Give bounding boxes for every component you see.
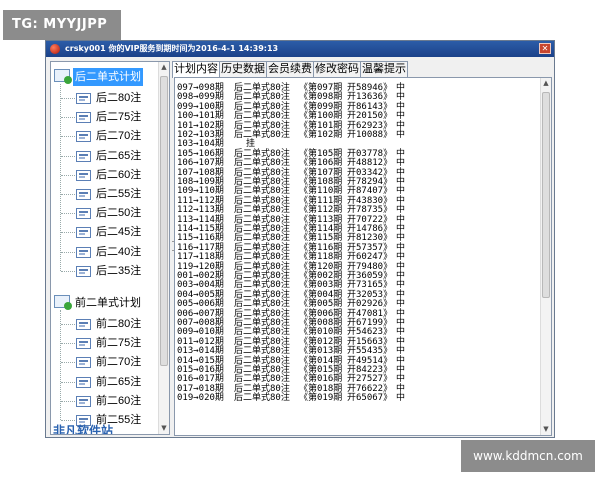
- tree-item-label: 后二55注: [96, 188, 142, 200]
- plan-list-icon: [76, 169, 91, 181]
- tree-item[interactable]: 后二65注: [69, 148, 159, 165]
- tree-item[interactable]: 前二65注: [69, 374, 159, 391]
- tree-item[interactable]: 后二80注: [69, 90, 159, 107]
- tree-item[interactable]: 后二70注: [69, 128, 159, 145]
- title-bar[interactable]: crsky001 你的VIP服务到期时间为2016-4-1 14:39:13 ✕: [46, 41, 554, 57]
- tree-item-label: 后二65注: [96, 149, 142, 162]
- tree-item-label: 前二70注: [96, 356, 142, 369]
- tree-item[interactable]: 后二45注: [69, 224, 159, 241]
- app-window: crsky001 你的VIP服务到期时间为2016-4-1 14:39:13 ✕…: [45, 40, 555, 438]
- plan-list-icon: [76, 208, 91, 220]
- app-logo-icon: [50, 44, 60, 54]
- plan-list-icon: [76, 189, 91, 200]
- tree-item-label: 前二75注: [96, 337, 142, 350]
- scroll-thumb[interactable]: [542, 92, 550, 298]
- tree-scrollbar[interactable]: ▲ ▼: [158, 62, 169, 434]
- tree-item-label: 后二70注: [96, 130, 142, 143]
- plan-cell-plan: 后二单式80注: [234, 393, 290, 404]
- plan-cell-issue: 《第102期: [299, 130, 343, 140]
- plan-cell-issue: 《第019期: [299, 393, 343, 404]
- tree-group[interactable]: 后二单式计划: [54, 68, 166, 86]
- window-title: crsky001 你的VIP服务到期时间为2016-4-1 14:39:13: [65, 44, 279, 53]
- tree-item-label: 后二60注: [96, 168, 142, 181]
- plan-row: 019→020期 后二单式80注 《第019期 开65067》中: [177, 393, 427, 404]
- plan-cell-range: 019→020期: [177, 393, 224, 404]
- tab-3[interactable]: 会员续费: [266, 61, 314, 77]
- tab-1[interactable]: 计划内容: [172, 61, 220, 78]
- scroll-up-icon[interactable]: ▲: [541, 78, 551, 89]
- tree-item[interactable]: 前二80注: [69, 316, 159, 333]
- tree-group-label: 后二单式计划: [73, 68, 143, 86]
- plan-content-panel: 097→098期 后二单式80注 《第097期 开58946》中 098→099期 后二单…: [174, 77, 552, 436]
- plan-cell-open: 开65067》: [347, 393, 393, 404]
- tree-item[interactable]: 后二40注: [69, 244, 159, 261]
- tab-5[interactable]: 温馨提示: [360, 61, 408, 77]
- plan-tree: 后二单式计划后二80注后二75注后二70注后二65注后二60注后二55注后二50…: [50, 61, 170, 435]
- tree-item[interactable]: 后二35注: [69, 263, 159, 280]
- tree-connector: [60, 310, 61, 420]
- plan-list-icon: [76, 131, 91, 143]
- tab-2[interactable]: 历史数据: [219, 61, 267, 77]
- plan-list-icon: [76, 246, 91, 258]
- tree-item[interactable]: 前二70注: [69, 354, 159, 371]
- plan-folder-icon: [54, 295, 72, 310]
- tree-item[interactable]: 前二75注: [69, 335, 159, 352]
- tree-item-label: 后二45注: [96, 226, 142, 239]
- plan-list-icon: [76, 93, 91, 104]
- plan-list-icon: [76, 112, 91, 124]
- watermark-top-left: TG: MYYJJPP: [3, 10, 121, 40]
- tree-item[interactable]: 后二50注: [69, 205, 159, 222]
- plan-list-icon: [76, 338, 91, 350]
- plan-cell-open: 开10088》: [347, 130, 393, 140]
- tree-item-label: 后二75注: [96, 111, 142, 124]
- tree-connector: [60, 84, 61, 271]
- tree-item-label: 后二80注: [96, 92, 142, 104]
- plan-cell-result: 中: [396, 393, 406, 404]
- plan-list-icon: [76, 265, 91, 277]
- tree-group[interactable]: 前二单式计划: [54, 294, 166, 312]
- tree-item-label: 前二60注: [96, 394, 142, 407]
- tree-item[interactable]: 后二60注: [69, 167, 159, 184]
- tree-item-label: 前二65注: [96, 375, 142, 388]
- tree-item[interactable]: 后二75注: [69, 109, 159, 126]
- close-button[interactable]: ✕: [539, 43, 551, 54]
- tree-item-label: 后二50注: [96, 207, 142, 220]
- tree-item[interactable]: 后二55注: [69, 186, 159, 203]
- tree-group-label: 前二单式计划: [75, 297, 141, 309]
- scroll-down-icon[interactable]: ▼: [541, 424, 551, 435]
- tab-4[interactable]: 修改密码: [313, 61, 361, 77]
- content-scrollbar[interactable]: ▲ ▼: [540, 78, 551, 435]
- plan-list-icon: [76, 357, 91, 369]
- plan-cell-result: 中: [396, 130, 406, 140]
- plan-list-icon: [76, 319, 91, 330]
- plan-folder-icon: [54, 69, 72, 84]
- scroll-thumb[interactable]: [160, 76, 168, 366]
- plan-list-icon: [76, 227, 91, 239]
- tree-item[interactable]: 前二60注: [69, 393, 159, 410]
- tree-item-label: 后二35注: [96, 264, 142, 277]
- plan-cell-plan: 后二单式80注: [234, 130, 290, 140]
- plan-list-icon: [76, 395, 91, 407]
- site-logo: 非凡软件站: [53, 424, 114, 435]
- watermark-bottom-right: www.kddmcn.com: [461, 440, 595, 472]
- tree-item-label: 后二40注: [96, 245, 142, 258]
- scroll-up-icon[interactable]: ▲: [159, 62, 169, 73]
- scroll-down-icon[interactable]: ▼: [159, 423, 169, 434]
- plan-list-icon: [76, 376, 91, 388]
- tree-item-label: 前二80注: [96, 318, 142, 330]
- plan-list-icon: [76, 150, 91, 162]
